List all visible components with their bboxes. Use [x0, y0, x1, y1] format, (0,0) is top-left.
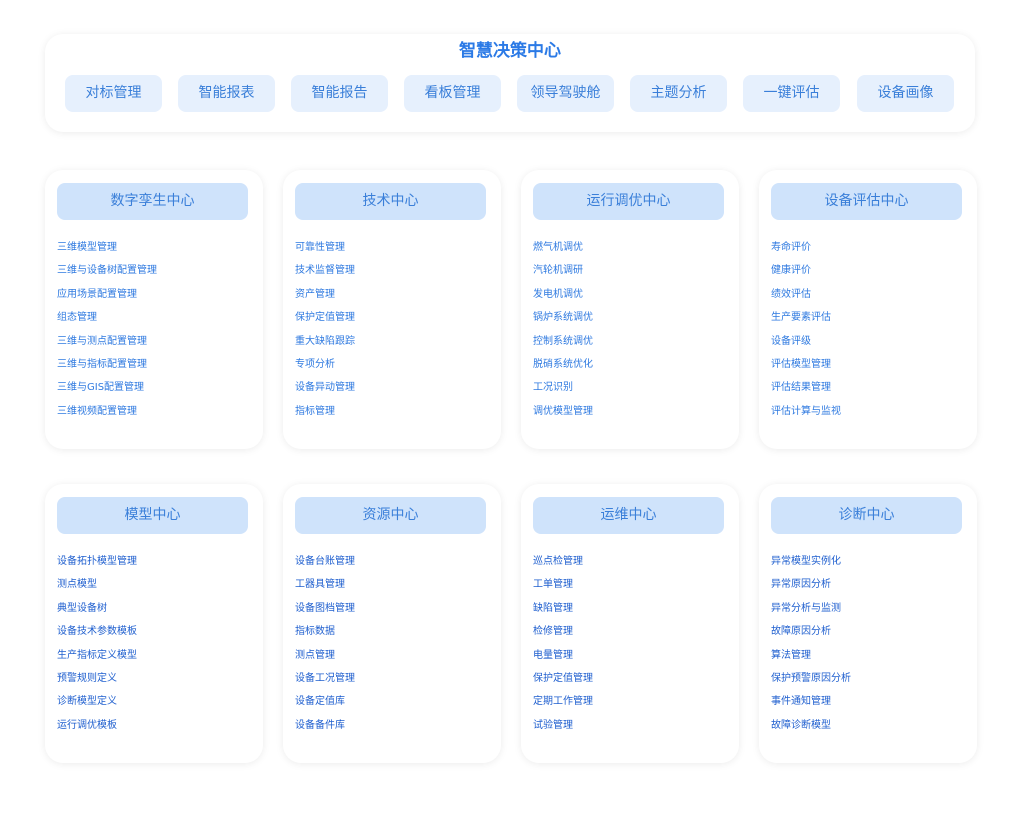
list-item[interactable]: 异常模型实例化: [771, 554, 969, 577]
card-resource-center: 资源中心 设备台账管理 工器具管理 设备图档管理 指标数据 测点管理 设备工况管…: [283, 484, 501, 763]
list-item[interactable]: 设备评级: [771, 334, 969, 357]
list-item[interactable]: 技术监督管理: [295, 263, 493, 286]
list-item[interactable]: 预警规则定义: [57, 671, 255, 694]
list-item[interactable]: 绩效评估: [771, 287, 969, 310]
list-item[interactable]: 异常原因分析: [771, 577, 969, 600]
list-item[interactable]: 设备备件库: [295, 718, 493, 741]
dashboard-button[interactable]: 看板管理: [404, 75, 501, 112]
list-item[interactable]: 调优模型管理: [533, 404, 731, 427]
list-item[interactable]: 指标管理: [295, 404, 493, 427]
list-item[interactable]: 保护预警原因分析: [771, 671, 969, 694]
list-item[interactable]: 故障原因分析: [771, 624, 969, 647]
list-item[interactable]: 组态管理: [57, 310, 255, 333]
equipment-profile-button[interactable]: 设备画像: [857, 75, 954, 112]
list-item[interactable]: 事件通知管理: [771, 694, 969, 717]
list-item[interactable]: 重大缺陷跟踪: [295, 334, 493, 357]
list-item[interactable]: 控制系统调优: [533, 334, 731, 357]
list-item[interactable]: 设备工况管理: [295, 671, 493, 694]
list-item[interactable]: 三维与设备树配置管理: [57, 263, 255, 286]
card-title[interactable]: 运维中心: [533, 497, 724, 534]
list-item[interactable]: 设备异动管理: [295, 380, 493, 403]
card-title[interactable]: 模型中心: [57, 497, 248, 534]
list-item[interactable]: 专项分析: [295, 357, 493, 380]
card-list: 巡点检管理 工单管理 缺陷管理 检修管理 电量管理 保护定值管理 定期工作管理 …: [533, 554, 731, 741]
list-item[interactable]: 健康评价: [771, 263, 969, 286]
list-item[interactable]: 锅炉系统调优: [533, 310, 731, 333]
card-list: 燃气机调优 汽轮机调研 发电机调优 锅炉系统调优 控制系统调优 脱硝系统优化 工…: [533, 240, 731, 427]
smart-report-button[interactable]: 智能报表: [178, 75, 275, 112]
card-list: 异常模型实例化 异常原因分析 异常分析与监测 故障原因分析 算法管理 保护预警原…: [771, 554, 969, 741]
list-item[interactable]: 异常分析与监测: [771, 601, 969, 624]
list-item[interactable]: 三维视频配置管理: [57, 404, 255, 427]
card-equipment-evaluation: 设备评估中心 寿命评价 健康评价 绩效评估 生产要素评估 设备评级 评估模型管理…: [759, 170, 977, 449]
list-item[interactable]: 生产指标定义模型: [57, 648, 255, 671]
card-operation-tuning: 运行调优中心 燃气机调优 汽轮机调研 发电机调优 锅炉系统调优 控制系统调优 脱…: [521, 170, 739, 449]
list-item[interactable]: 设备拓扑模型管理: [57, 554, 255, 577]
list-item[interactable]: 寿命评价: [771, 240, 969, 263]
card-list: 三维模型管理 三维与设备树配置管理 应用场景配置管理 组态管理 三维与测点配置管…: [57, 240, 255, 427]
card-list: 设备台账管理 工器具管理 设备图档管理 指标数据 测点管理 设备工况管理 设备定…: [295, 554, 493, 741]
list-item[interactable]: 定期工作管理: [533, 694, 731, 717]
list-item[interactable]: 缺陷管理: [533, 601, 731, 624]
list-item[interactable]: 指标数据: [295, 624, 493, 647]
list-item[interactable]: 三维与测点配置管理: [57, 334, 255, 357]
list-item[interactable]: 可靠性管理: [295, 240, 493, 263]
list-item[interactable]: 三维与GIS配置管理: [57, 380, 255, 403]
list-item[interactable]: 评估计算与监视: [771, 404, 969, 427]
list-item[interactable]: 检修管理: [533, 624, 731, 647]
list-item[interactable]: 汽轮机调研: [533, 263, 731, 286]
list-item[interactable]: 测点管理: [295, 648, 493, 671]
decision-center-title: 智慧决策中心: [459, 41, 561, 61]
card-title[interactable]: 运行调优中心: [533, 183, 724, 220]
card-maintenance-center: 运维中心 巡点检管理 工单管理 缺陷管理 检修管理 电量管理 保护定值管理 定期…: [521, 484, 739, 763]
decision-center-panel: 智慧决策中心 对标管理 智能报表 智能报告 看板管理 领导驾驶舱 主题分析 一键…: [45, 34, 975, 132]
list-item[interactable]: 脱硝系统优化: [533, 357, 731, 380]
list-item[interactable]: 三维与指标配置管理: [57, 357, 255, 380]
list-item[interactable]: 燃气机调优: [533, 240, 731, 263]
list-item[interactable]: 电量管理: [533, 648, 731, 671]
list-item[interactable]: 试验管理: [533, 718, 731, 741]
card-title[interactable]: 诊断中心: [771, 497, 962, 534]
card-model-center: 模型中心 设备拓扑模型管理 测点模型 典型设备树 设备技术参数模板 生产指标定义…: [45, 484, 263, 763]
list-item[interactable]: 工器具管理: [295, 577, 493, 600]
list-item[interactable]: 设备台账管理: [295, 554, 493, 577]
card-digital-twin: 数字孪生中心 三维模型管理 三维与设备树配置管理 应用场景配置管理 组态管理 三…: [45, 170, 263, 449]
list-item[interactable]: 诊断模型定义: [57, 694, 255, 717]
list-item[interactable]: 运行调优模板: [57, 718, 255, 741]
list-item[interactable]: 保护定值管理: [533, 671, 731, 694]
list-item[interactable]: 巡点检管理: [533, 554, 731, 577]
card-technology: 技术中心 可靠性管理 技术监督管理 资产管理 保护定值管理 重大缺陷跟踪 专项分…: [283, 170, 501, 449]
list-item[interactable]: 保护定值管理: [295, 310, 493, 333]
list-item[interactable]: 典型设备树: [57, 601, 255, 624]
list-item[interactable]: 设备技术参数模板: [57, 624, 255, 647]
list-item[interactable]: 评估模型管理: [771, 357, 969, 380]
card-title[interactable]: 资源中心: [295, 497, 486, 534]
list-item[interactable]: 应用场景配置管理: [57, 287, 255, 310]
list-item[interactable]: 故障诊断模型: [771, 718, 969, 741]
list-item[interactable]: 资产管理: [295, 287, 493, 310]
card-title[interactable]: 设备评估中心: [771, 183, 962, 220]
list-item[interactable]: 生产要素评估: [771, 310, 969, 333]
leader-cockpit-button[interactable]: 领导驾驶舱: [517, 75, 614, 112]
list-item[interactable]: 算法管理: [771, 648, 969, 671]
list-item[interactable]: 工单管理: [533, 577, 731, 600]
list-item[interactable]: 设备定值库: [295, 694, 493, 717]
topic-analysis-button[interactable]: 主题分析: [630, 75, 727, 112]
list-item[interactable]: 评估结果管理: [771, 380, 969, 403]
list-item[interactable]: 工况识别: [533, 380, 731, 403]
list-item[interactable]: 设备图档管理: [295, 601, 493, 624]
one-click-eval-button[interactable]: 一键评估: [743, 75, 840, 112]
card-title[interactable]: 技术中心: [295, 183, 486, 220]
card-list: 设备拓扑模型管理 测点模型 典型设备树 设备技术参数模板 生产指标定义模型 预警…: [57, 554, 255, 741]
benchmark-button[interactable]: 对标管理: [65, 75, 162, 112]
smart-document-button[interactable]: 智能报告: [291, 75, 388, 112]
list-item[interactable]: 发电机调优: [533, 287, 731, 310]
list-item[interactable]: 测点模型: [57, 577, 255, 600]
card-list: 寿命评价 健康评价 绩效评估 生产要素评估 设备评级 评估模型管理 评估结果管理…: [771, 240, 969, 427]
card-title[interactable]: 数字孪生中心: [57, 183, 248, 220]
list-item[interactable]: 三维模型管理: [57, 240, 255, 263]
card-list: 可靠性管理 技术监督管理 资产管理 保护定值管理 重大缺陷跟踪 专项分析 设备异…: [295, 240, 493, 427]
card-diagnosis-center: 诊断中心 异常模型实例化 异常原因分析 异常分析与监测 故障原因分析 算法管理 …: [759, 484, 977, 763]
